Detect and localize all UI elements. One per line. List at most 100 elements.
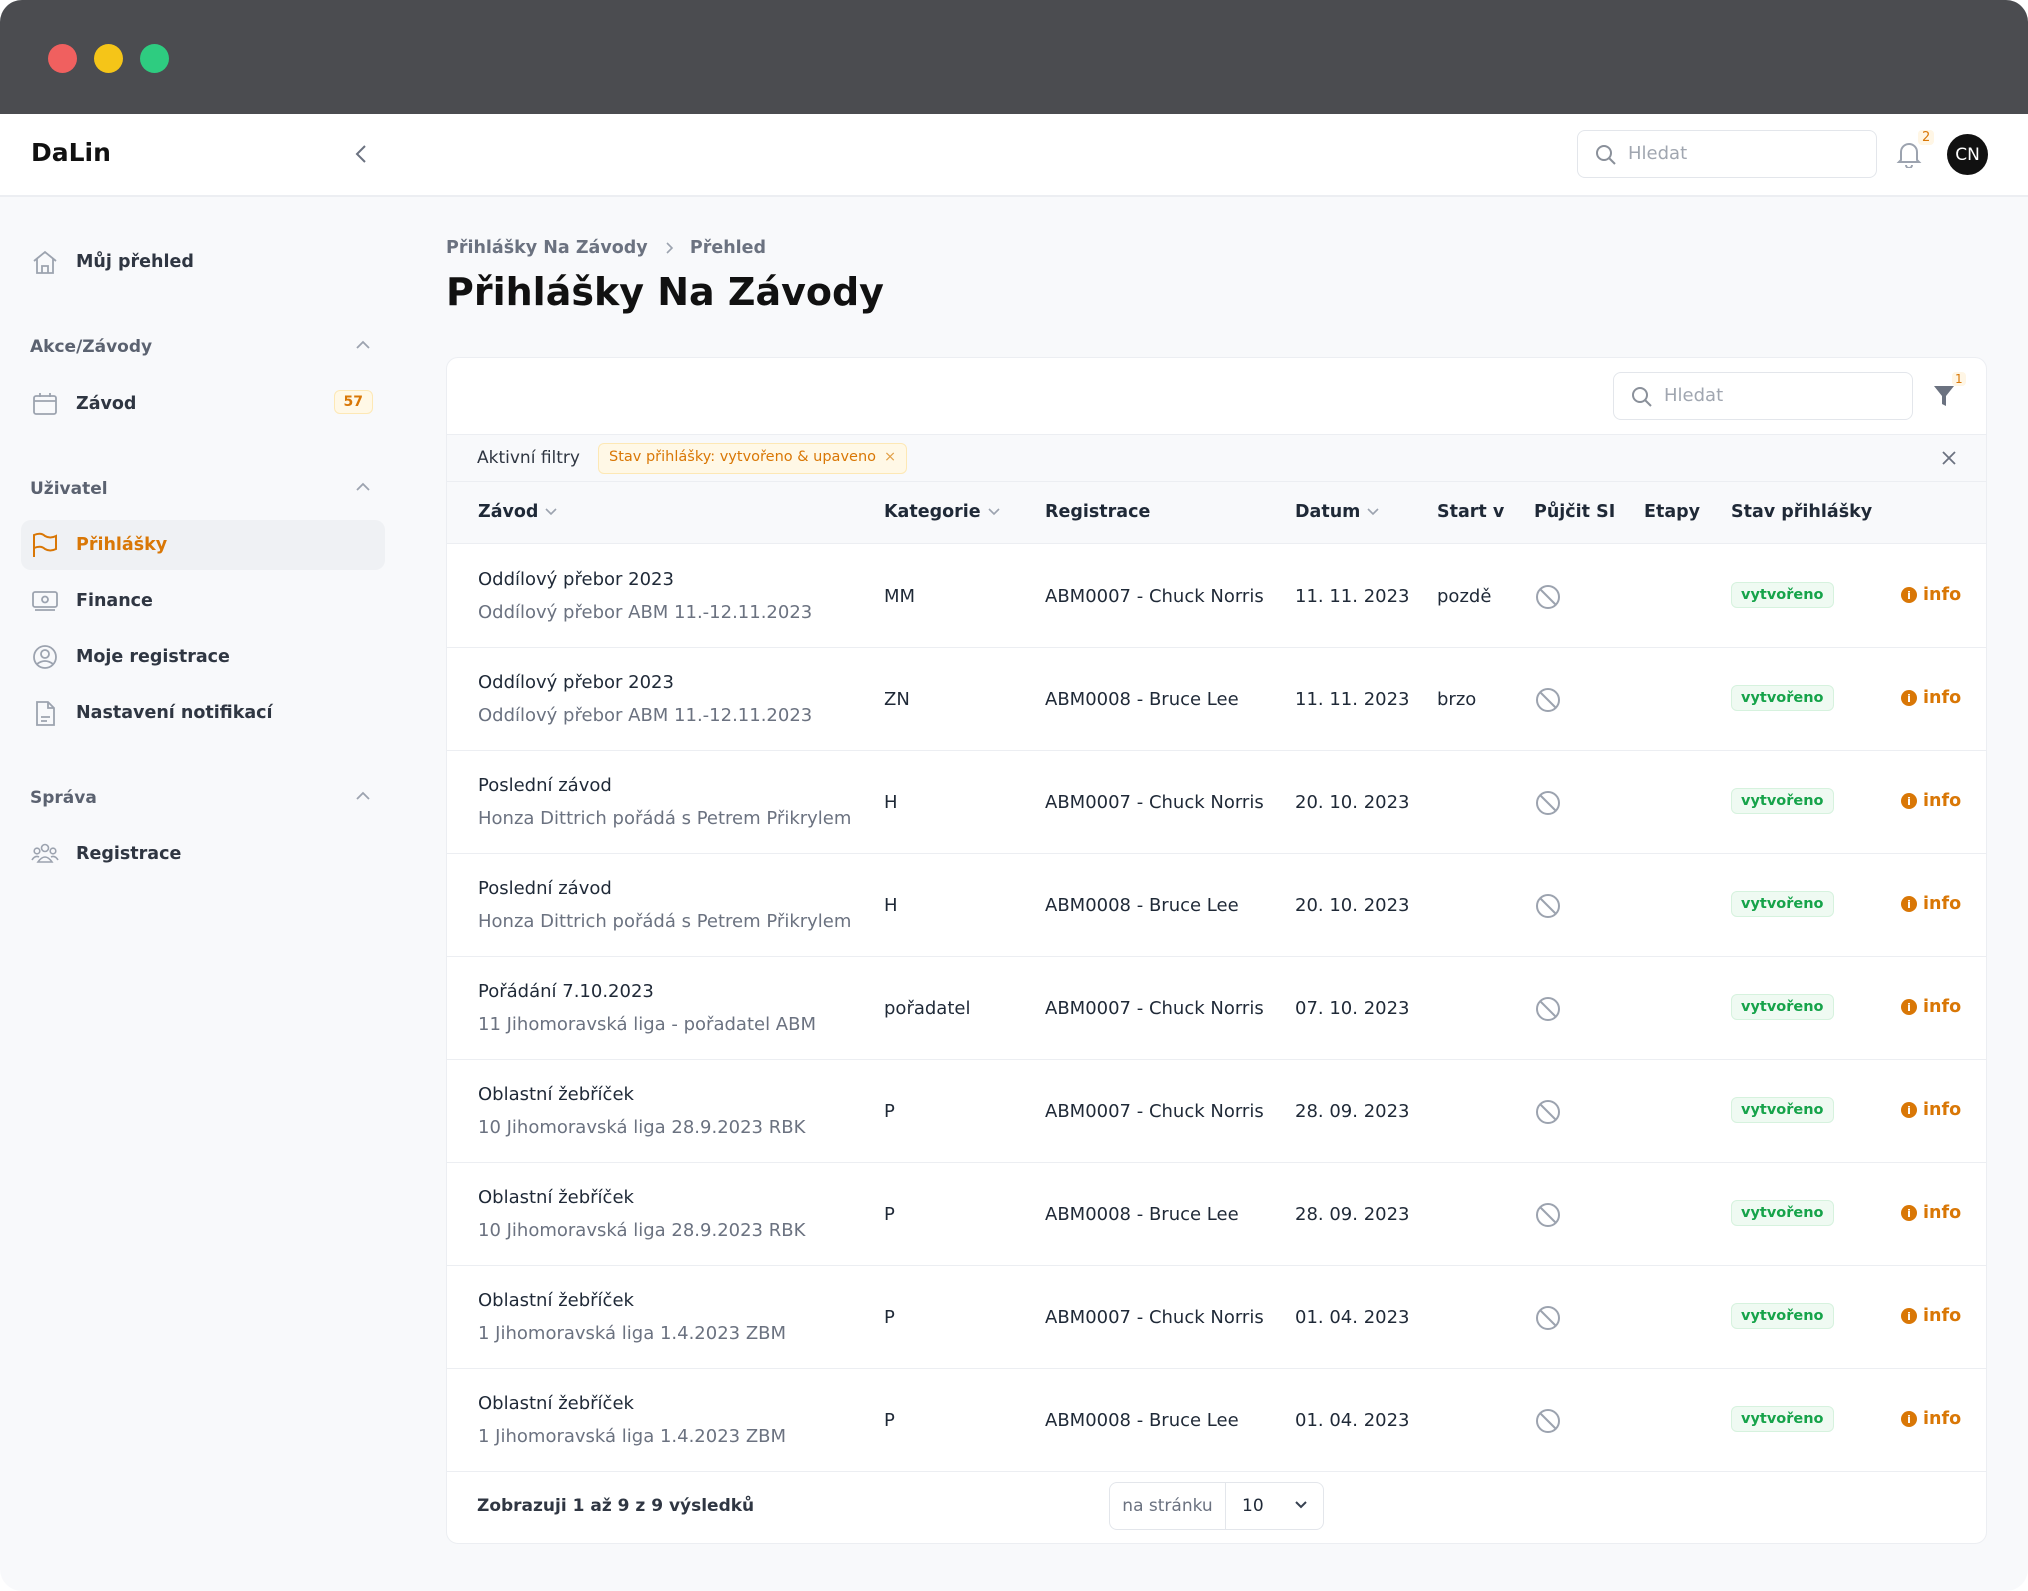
info-link[interactable]: i info [1901,1203,1961,1223]
category: P [884,1307,895,1328]
table-row[interactable]: Oddílový přebor 2023 Oddílový přebor ABM … [447,648,1986,751]
info-icon: i [1901,896,1917,912]
column-header[interactable]: Kategorie [884,502,1001,522]
sidebar-section-uzivatel[interactable]: Uživatel [30,479,108,499]
info-link[interactable]: i info [1901,1306,1961,1326]
date: 11. 11. 2023 [1295,586,1410,607]
chevron-up-icon[interactable] [354,790,372,802]
info-label: info [1923,1306,1962,1326]
column-header-label: Start v [1437,502,1505,522]
minimize-window-button[interactable] [94,44,123,73]
sidebar-item-moje-registrace[interactable]: Moje registrace [21,632,385,682]
chevron-up-icon[interactable] [354,339,372,351]
race-name: Poslední závod [478,775,612,796]
sidebar-item-zavod[interactable]: Závod 57 [21,379,385,429]
sidebar-section-sprava[interactable]: Správa [30,788,97,808]
column-header-label: Stav přihlášky [1731,502,1873,522]
status-badge: vytvořeno [1731,1303,1834,1329]
no-rental-ban-icon [1536,688,1560,712]
info-link[interactable]: i info [1901,585,1961,605]
no-rental-ban-icon [1536,894,1560,918]
pagination: Zobrazuji 1 až 9 z 9 výsledků na stránku… [447,1468,1986,1543]
info-link[interactable]: i info [1901,1409,1961,1429]
info-link[interactable]: i info [1901,1100,1961,1120]
sidebar-section-akce-zavody[interactable]: Akce/Závody [30,337,152,357]
maximize-window-button[interactable] [140,44,169,73]
race-description: Oddílový přebor ABM 11.-12.11.2023 [478,705,813,726]
per-page-label: na stránku [1110,1483,1226,1529]
registration: ABM0007 - Chuck Norris [1045,792,1264,813]
user-avatar[interactable]: CN [1947,134,1988,175]
info-label: info [1923,585,1962,605]
registration: ABM0007 - Chuck Norris [1045,1101,1264,1122]
date: 07. 10. 2023 [1295,998,1410,1019]
collapse-sidebar-chevron-left-icon[interactable] [350,142,374,166]
status-badge: vytvořeno [1731,1200,1834,1226]
info-link[interactable]: i info [1901,997,1961,1017]
race-description: Honza Dittrich pořádá s Petrem Přikrylem [478,808,852,829]
column-header-label: Etapy [1644,502,1701,522]
table-row[interactable]: Oblastní žebříček 10 Jihomoravská liga 28… [447,1060,1986,1163]
start-time: brzo [1437,689,1477,710]
table-row[interactable]: Poslední závod Honza Dittrich pořádá s Pe… [447,854,1986,957]
per-page-value[interactable]: 10 [1226,1483,1323,1529]
table-row[interactable]: Pořádání 7.10.2023 11 Jihomoravská liga -… [447,957,1986,1060]
breadcrumb-item[interactable]: Přihlášky Na Závody [446,238,648,258]
category: pořadatel [884,998,971,1019]
status-badge: vytvořeno [1731,891,1834,917]
race-description: 11 Jihomoravská liga - pořadatel ABM [478,1014,816,1035]
table-row[interactable]: Oblastní žebříček 10 Jihomoravská liga 28… [447,1163,1986,1266]
info-link[interactable]: i info [1901,894,1961,914]
filter-icon[interactable] [1933,384,1955,408]
sidebar-item-prihlasky[interactable]: Přihlášky [21,520,385,570]
table-row[interactable]: Oblastní žebříček 1 Jihomoravská liga 1.4… [447,1369,1986,1472]
sort-chevron-down-icon[interactable] [987,507,1001,517]
status-badge: vytvořeno [1731,685,1834,711]
info-link[interactable]: i info [1901,791,1961,811]
close-window-button[interactable] [48,44,77,73]
race-description: 10 Jihomoravská liga 28.9.2023 RBK [478,1117,806,1138]
zavod-count-badge: 57 [333,390,373,414]
notification-count-badge: 2 [1918,130,1935,145]
active-filter-chip[interactable]: Stav přihlášky: vytvořeno & upaveno × [598,443,908,474]
clear-filters-close-icon[interactable] [1940,449,1958,467]
table-row[interactable]: Oddílový přebor 2023 Oddílový přebor ABM … [447,545,1986,648]
column-header[interactable]: Datum [1295,502,1380,522]
chevron-up-icon[interactable] [354,481,372,493]
table-search[interactable] [1613,372,1913,420]
column-header[interactable]: Závod [478,502,558,522]
sidebar-item-muj-prehled[interactable]: Můj přehled [21,237,385,287]
table-search-input[interactable] [1664,373,1894,418]
column-header: Stav přihlášky [1731,502,1872,522]
table-row[interactable]: Poslední závod Honza Dittrich pořádá s Pe… [447,751,1986,854]
table-row[interactable]: Oblastní žebříček 1 Jihomoravská liga 1.4… [447,1266,1986,1369]
registration: ABM0008 - Bruce Lee [1045,689,1239,710]
race-name: Poslední závod [478,878,612,899]
category: P [884,1410,895,1431]
info-icon: i [1901,1411,1917,1427]
remove-filter-icon[interactable]: × [884,449,896,465]
no-rental-ban-icon [1536,585,1560,609]
per-page-select[interactable]: na stránku 10 [1109,1482,1324,1530]
chevron-right-icon [666,242,673,254]
sort-chevron-down-icon[interactable] [1366,507,1380,517]
results-summary: Zobrazuji 1 až 9 z 9 výsledků [477,1496,755,1516]
app-logo[interactable]: DaLin [31,138,111,167]
info-icon: i [1901,793,1917,809]
date: 01. 04. 2023 [1295,1410,1410,1431]
table-header: Závod Kategorie Registrace Datum Start v Půjč… [447,482,1986,544]
search-icon [1632,387,1652,407]
sort-chevron-down-icon[interactable] [544,507,558,517]
column-header-label: Registrace [1045,502,1151,522]
global-search-input[interactable] [1628,131,1858,176]
sidebar-item-finance[interactable]: Finance [21,576,385,626]
global-search[interactable] [1577,130,1877,178]
column-header-label: Datum [1295,502,1361,522]
active-filters-label: Aktivní filtry [477,448,580,468]
info-label: info [1923,1409,1962,1429]
sidebar-item-nastaveni-notifikaci[interactable]: Nastavení notifikací [21,688,385,738]
sidebar-item-registrace[interactable]: Registrace [21,829,385,879]
bell-icon[interactable] [1896,140,1922,168]
status-badge: vytvořeno [1731,994,1834,1020]
info-link[interactable]: i info [1901,688,1961,708]
